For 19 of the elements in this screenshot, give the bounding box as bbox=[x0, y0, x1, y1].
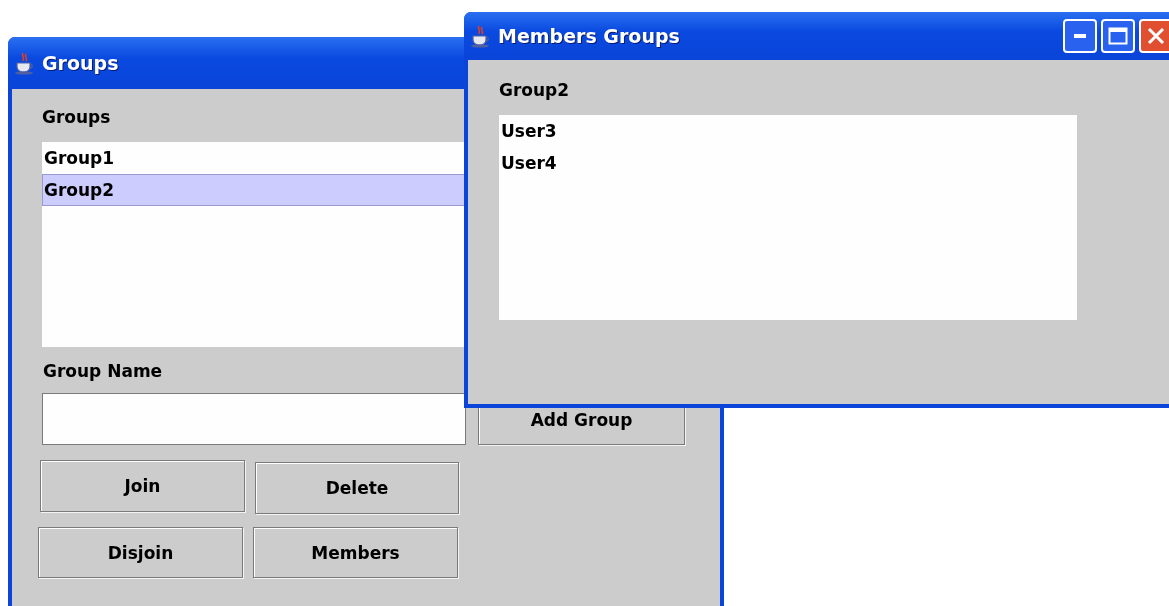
field-label: Groups bbox=[42, 107, 111, 127]
delete-button[interactable]: Delete bbox=[255, 462, 459, 514]
maximize-icon bbox=[1108, 27, 1128, 45]
list-box[interactable]: User3 User4 bbox=[499, 115, 1077, 320]
coffee-cup-icon bbox=[14, 51, 36, 75]
minimize-icon bbox=[1074, 34, 1086, 38]
members-button[interactable]: Members bbox=[253, 527, 458, 578]
join-button[interactable]: Join bbox=[40, 460, 245, 512]
maximize-button[interactable] bbox=[1101, 19, 1135, 53]
minimize-button[interactable] bbox=[1063, 19, 1097, 53]
group-name-field[interactable] bbox=[42, 393, 466, 445]
close-icon bbox=[1146, 26, 1166, 46]
field-label: Group2 bbox=[499, 80, 570, 100]
disjoin-button[interactable]: Disjoin bbox=[38, 527, 243, 578]
window-title: Members Groups bbox=[498, 25, 681, 47]
close-button[interactable] bbox=[1139, 19, 1169, 53]
window-title: Groups bbox=[42, 52, 120, 74]
field-label: Group Name bbox=[43, 361, 163, 381]
coffee-cup-icon bbox=[470, 24, 492, 48]
